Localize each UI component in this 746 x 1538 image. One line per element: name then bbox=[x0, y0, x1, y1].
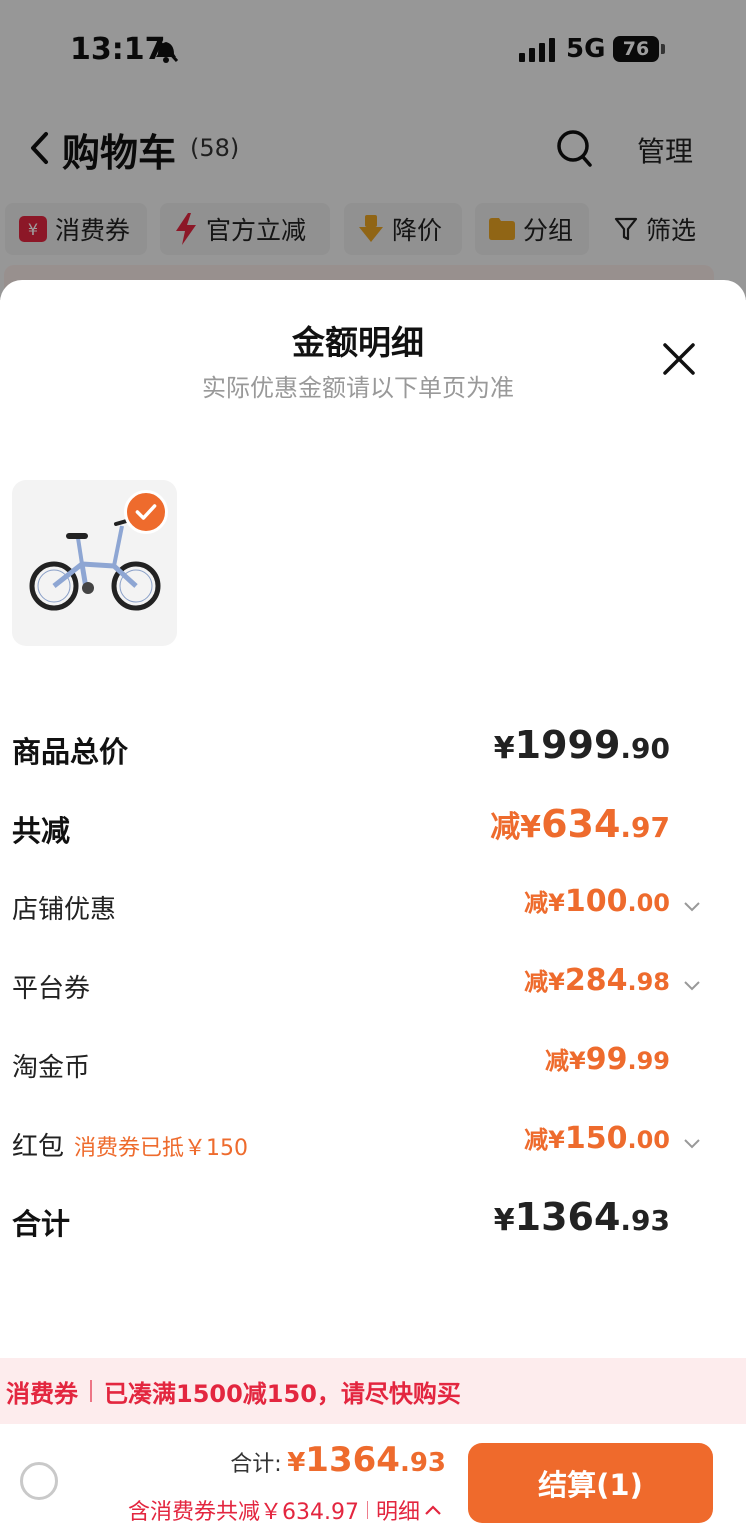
saving-text: 含消费券共减￥634.97 bbox=[128, 1500, 359, 1525]
checkout-button[interactable]: 结算(1) bbox=[468, 1443, 713, 1523]
red-packet-amount: 减¥150.00 bbox=[524, 1121, 670, 1156]
chevron-down-icon[interactable] bbox=[682, 978, 702, 992]
detail-toggle[interactable]: 明细 bbox=[376, 1494, 420, 1526]
checkout-saving: 含消费券共减￥634.97 明细 bbox=[128, 1494, 442, 1526]
amount-detail-sheet: 金额明细 实际优惠金额请以下单页为准 商品总价 ¥1999.90 共减 减¥63… bbox=[0, 280, 746, 1538]
coupon-offset-note: 消费券已抵￥150 bbox=[74, 1136, 249, 1161]
coupon-promo-bar[interactable]: 消费券 已凑满1500减150，请尽快购买 bbox=[0, 1358, 746, 1424]
close-icon[interactable] bbox=[660, 340, 698, 378]
platform-coupon-label: 平台券 bbox=[12, 974, 91, 1004]
sheet-title: 金额明细 bbox=[292, 323, 424, 362]
store-discount-label: 店铺优惠 bbox=[12, 895, 117, 925]
store-discount-amount: 减¥100.00 bbox=[524, 884, 670, 919]
taojinbi-row: 淘金币 减¥99.99 bbox=[12, 1041, 702, 1091]
sum-label: 合计 bbox=[12, 1207, 71, 1241]
taojinbi-label: 淘金币 bbox=[12, 1053, 91, 1083]
red-packet-label: 红包 消费券已抵￥150 bbox=[12, 1132, 249, 1162]
sum-row: 合计 ¥1364.93 bbox=[12, 1195, 702, 1245]
sum-amount: ¥1364.93 bbox=[493, 1195, 670, 1239]
chevron-down-icon[interactable] bbox=[682, 899, 702, 913]
modal-overlay[interactable] bbox=[0, 0, 746, 300]
checkout-total: 合计: ¥1364.93 bbox=[230, 1440, 446, 1480]
platform-coupon-row[interactable]: 平台券 减¥284.98 bbox=[12, 962, 702, 1012]
select-all-radio[interactable] bbox=[20, 1462, 58, 1500]
chevron-down-icon[interactable] bbox=[682, 1136, 702, 1150]
sheet-subtitle: 实际优惠金额请以下单页为准 bbox=[202, 374, 514, 402]
store-discount-row[interactable]: 店铺优惠 减¥100.00 bbox=[12, 883, 702, 933]
goods-total-row: 商品总价 ¥1999.90 bbox=[12, 723, 702, 773]
checkout-total-label: 合计: bbox=[230, 1452, 282, 1477]
chevron-up-icon[interactable] bbox=[424, 1504, 442, 1516]
taojinbi-amount: 减¥99.99 bbox=[545, 1042, 670, 1077]
promo-text: 已凑满1500减150，请尽快购买 bbox=[104, 1379, 461, 1408]
red-packet-row[interactable]: 红包 消费券已抵￥150 减¥150.00 bbox=[12, 1120, 702, 1170]
goods-total-label: 商品总价 bbox=[12, 735, 129, 769]
total-discount-label: 共减 bbox=[12, 814, 71, 848]
promo-divider bbox=[90, 1380, 92, 1402]
promo-tag: 消费券 bbox=[6, 1379, 78, 1408]
goods-total-amount: ¥1999.90 bbox=[493, 723, 670, 767]
checkout-bar: 合计: ¥1364.93 含消费券共减￥634.97 明细 结算(1) bbox=[0, 1426, 746, 1538]
total-discount-row: 共减 减¥634.97 bbox=[12, 802, 702, 852]
selected-check-icon[interactable] bbox=[124, 490, 168, 534]
total-discount-amount: 减¥634.97 bbox=[490, 802, 670, 846]
platform-coupon-amount: 减¥284.98 bbox=[524, 963, 670, 998]
saving-divider bbox=[366, 1501, 368, 1519]
